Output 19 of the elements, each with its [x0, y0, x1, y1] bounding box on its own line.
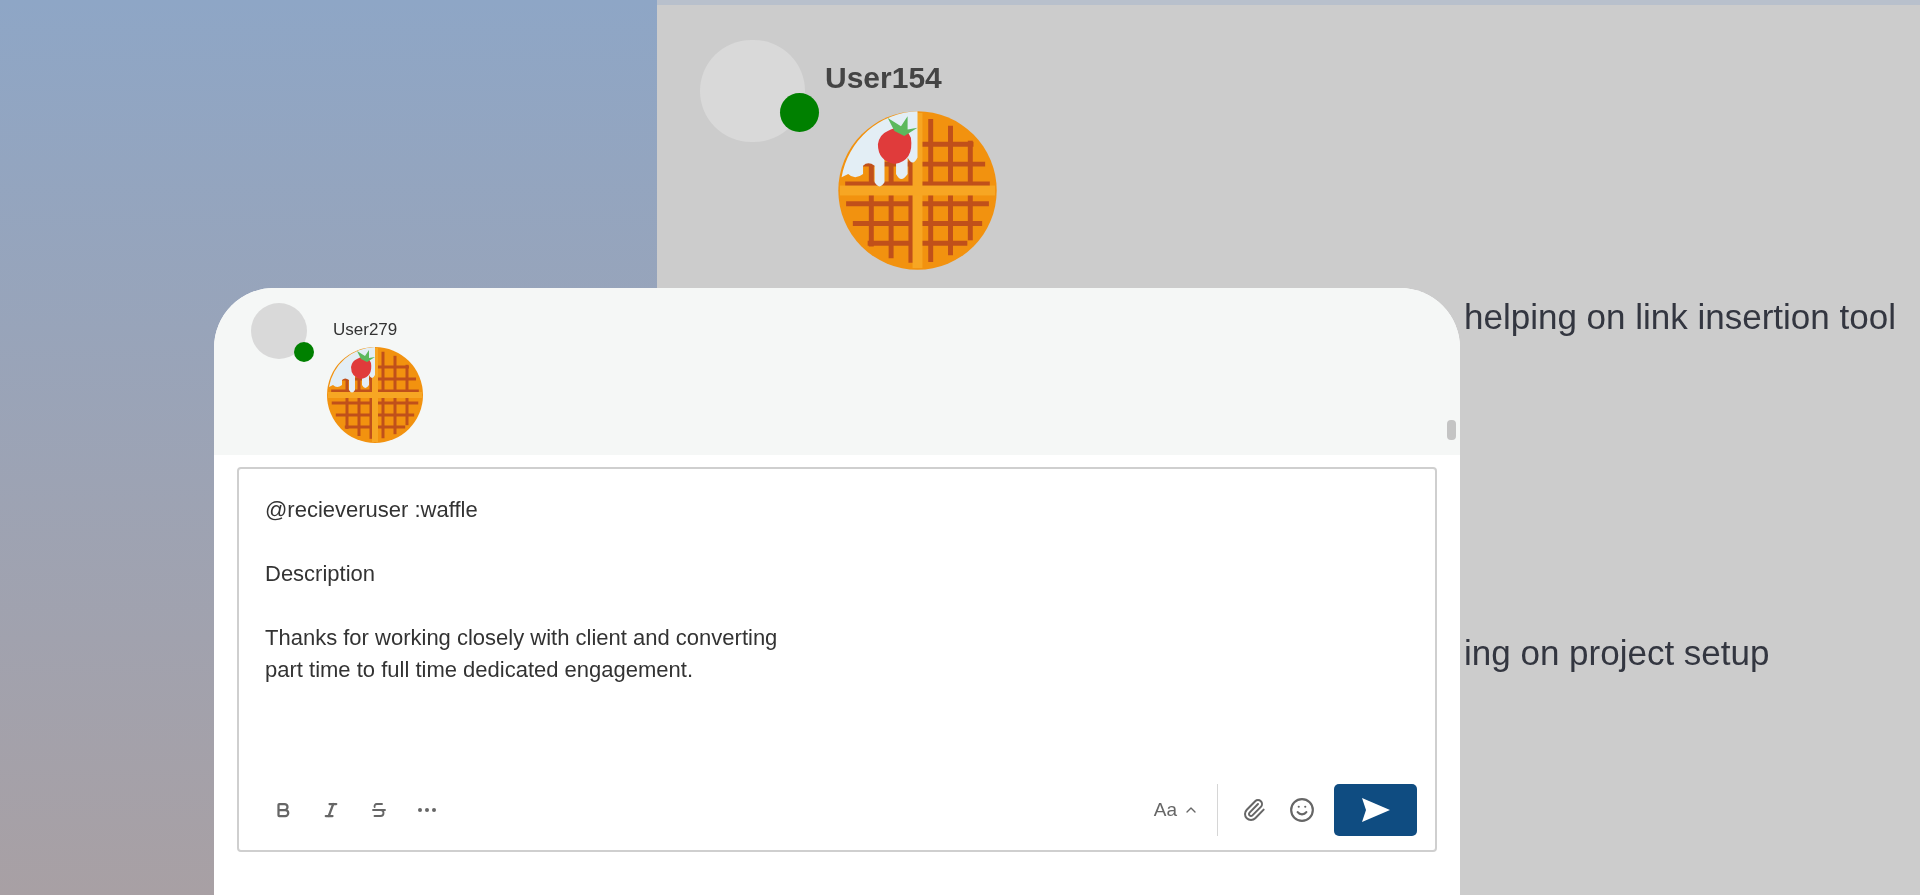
message-text: helping on link insertion tool — [1464, 296, 1897, 338]
message-editor[interactable]: @recieveruser :waffle Description Thanks for working closely with client and converting part time to full time dedicated engagement. Aa — [237, 467, 1437, 852]
message-text: Description — [265, 560, 377, 588]
paperclip-icon — [1242, 798, 1266, 822]
message-text: part time to full time dedicated engagement. — [265, 656, 695, 684]
message-text: @recieveruser :waffle — [265, 496, 479, 524]
send-button[interactable] — [1334, 784, 1417, 836]
message-text: ing on project setup — [1464, 631, 1771, 674]
more-icon — [418, 808, 436, 812]
scrollbar-thumb — [1447, 420, 1456, 440]
smiley-icon — [1289, 797, 1315, 823]
strikethrough-icon — [370, 801, 388, 819]
bold-icon — [274, 801, 292, 819]
send-icon — [1360, 797, 1391, 823]
user-name: User154 — [825, 60, 943, 96]
font-size-button[interactable]: Aa — [1153, 795, 1199, 825]
italic-icon — [322, 801, 340, 819]
user-name: User279 — [333, 319, 399, 341]
message-text: Thanks for working closely with client and converting — [265, 624, 779, 652]
